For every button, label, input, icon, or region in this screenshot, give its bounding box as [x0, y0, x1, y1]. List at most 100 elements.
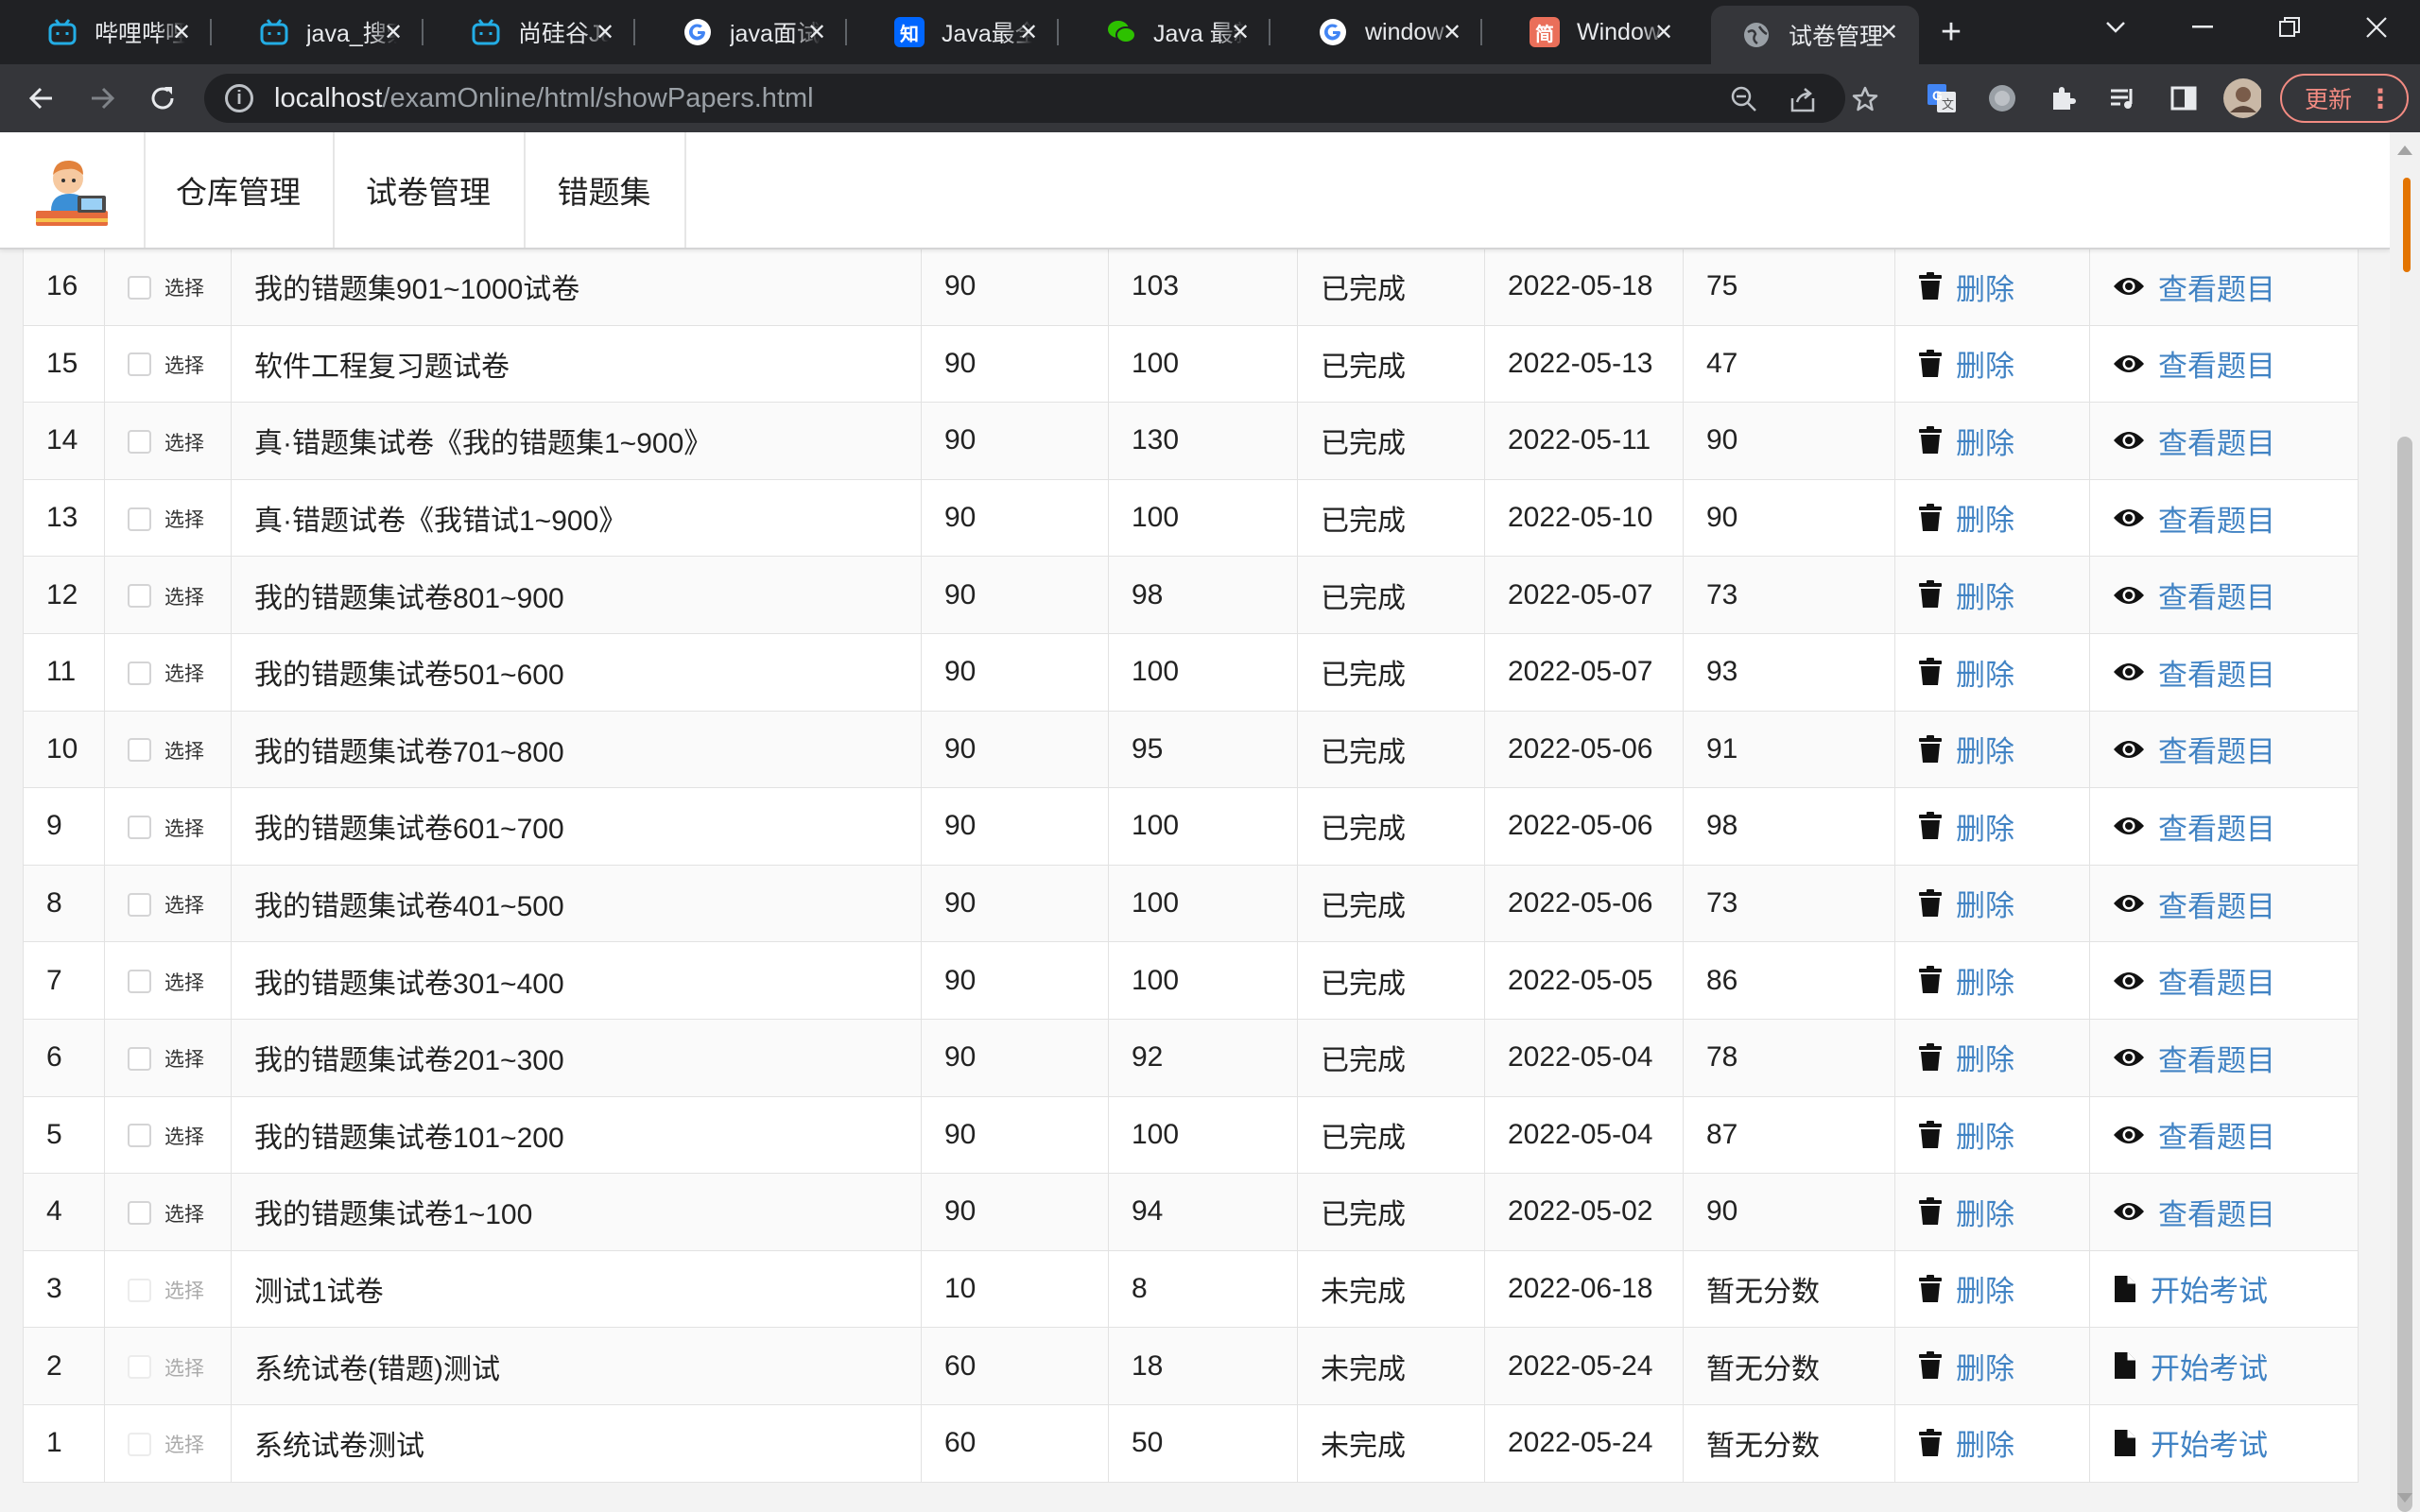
view-questions-link[interactable]: 查看题目 — [2113, 574, 2275, 616]
extension-circle-icon[interactable] — [1983, 79, 2021, 117]
close-tab-icon[interactable]: ✕ — [1011, 15, 1046, 49]
profile-avatar[interactable] — [2223, 78, 2261, 118]
close-tab-icon[interactable]: ✕ — [376, 15, 410, 49]
select-checkbox[interactable] — [128, 430, 151, 455]
delete-link[interactable]: 删除 — [1918, 1345, 2014, 1387]
close-tab-icon[interactable]: ✕ — [1435, 15, 1469, 49]
view-questions-link[interactable]: 查看题目 — [2113, 266, 2275, 308]
view-questions-link[interactable]: 查看题目 — [2113, 651, 2275, 694]
site-logo[interactable] — [0, 132, 146, 248]
paper-value-b: 95 — [1108, 710, 1298, 789]
zoom-icon[interactable] — [1728, 83, 1760, 115]
nav-warehouse[interactable]: 仓库管理 — [144, 132, 335, 248]
close-tab-icon[interactable]: ✕ — [588, 15, 622, 49]
close-tab-icon[interactable]: ✕ — [1872, 15, 1906, 49]
select-checkbox[interactable] — [128, 661, 151, 685]
select-checkbox[interactable] — [128, 1124, 151, 1148]
delete-link[interactable]: 删除 — [1918, 1421, 2014, 1464]
paper-value-a: 90 — [921, 1095, 1109, 1175]
delete-link[interactable]: 删除 — [1918, 266, 2014, 308]
delete-link[interactable]: 删除 — [1918, 1267, 2014, 1310]
restore-icon[interactable] — [2246, 0, 2333, 55]
select-checkbox[interactable] — [128, 970, 151, 994]
view-questions-link[interactable]: 查看题目 — [2113, 728, 2275, 770]
select-checkbox[interactable] — [128, 584, 151, 609]
forward-icon[interactable] — [81, 77, 123, 119]
site-info-icon[interactable]: i — [225, 84, 253, 112]
translate-extension-icon[interactable]: G文 — [1923, 79, 1961, 117]
browser-tab[interactable]: 简 Window ✕ — [1499, 6, 1694, 59]
tab-search-icon[interactable] — [2072, 0, 2159, 55]
delete-link[interactable]: 删除 — [1918, 496, 2014, 539]
browser-tab[interactable]: 知 Java最全 ✕ — [864, 6, 1059, 59]
minimize-icon[interactable] — [2159, 0, 2246, 55]
scroll-up-arrow[interactable] — [2397, 146, 2412, 155]
bookmark-star-icon[interactable] — [1849, 83, 1881, 115]
view-questions-link[interactable]: 查看题目 — [2113, 805, 2275, 848]
select-checkbox[interactable] — [128, 507, 151, 531]
start-exam-link[interactable]: 开始考试 — [2113, 1345, 2268, 1387]
browser-tab[interactable]: window ✕ — [1288, 6, 1482, 59]
view-questions-link[interactable]: 查看题目 — [2113, 883, 2275, 925]
paper-value-b: 130 — [1108, 402, 1298, 480]
select-checkbox[interactable] — [128, 352, 151, 377]
address-bar[interactable]: i localhost/examOnline/html/showPapers.h… — [204, 74, 1845, 123]
share-icon[interactable] — [1787, 83, 1819, 115]
delete-link[interactable]: 删除 — [1918, 1113, 2014, 1156]
delete-link[interactable]: 删除 — [1918, 651, 2014, 694]
select-checkbox[interactable] — [128, 892, 151, 917]
close-tab-icon[interactable]: ✕ — [164, 15, 199, 49]
view-questions-link[interactable]: 查看题目 — [2113, 959, 2275, 1002]
view-questions-link[interactable]: 查看题目 — [2113, 420, 2275, 462]
browser-tab[interactable]: Java 最新✕ — [1076, 6, 1270, 59]
view-questions-link[interactable]: 查看题目 — [2113, 1037, 2275, 1079]
nav-wrong-questions[interactable]: 错题集 — [524, 132, 686, 248]
nav-paper-management[interactable]: 试卷管理 — [333, 132, 526, 248]
view-questions-link[interactable]: 查看题目 — [2113, 1113, 2275, 1156]
view-questions-link[interactable]: 查看题目 — [2113, 1191, 2275, 1233]
browser-tab[interactable]: java_搜索✕ — [229, 6, 424, 59]
paper-status: 已完成 — [1297, 556, 1485, 634]
delete-link[interactable]: 删除 — [1918, 574, 2014, 616]
extensions-puzzle-icon[interactable] — [2044, 79, 2082, 117]
select-checkbox[interactable] — [128, 738, 151, 763]
browser-tab[interactable]: 哔哩哔哩 ✕ — [17, 6, 212, 59]
select-checkbox[interactable] — [128, 1046, 151, 1071]
page-scrollbar[interactable] — [2390, 132, 2420, 1512]
start-exam-link[interactable]: 开始考试 — [2113, 1421, 2268, 1464]
paper-name: 我的错题集901~1000试卷 — [231, 248, 922, 326]
close-tab-icon[interactable]: ✕ — [1647, 15, 1681, 49]
select-checkbox[interactable] — [128, 275, 151, 300]
start-exam-link[interactable]: 开始考试 — [2113, 1267, 2268, 1310]
update-button[interactable]: 更新 ⋮ — [2280, 74, 2409, 123]
browser-tab[interactable]: java面试 ✕ — [652, 6, 847, 59]
new-tab-button[interactable]: + — [1932, 12, 1970, 52]
media-control-icon[interactable] — [2104, 79, 2142, 117]
delete-link[interactable]: 删除 — [1918, 882, 2014, 924]
menu-dots-icon[interactable]: ⋮ — [2367, 83, 2394, 114]
select-label: 选择 — [164, 278, 204, 301]
close-tab-icon[interactable]: ✕ — [800, 15, 834, 49]
back-icon[interactable] — [21, 77, 62, 119]
delete-link[interactable]: 删除 — [1918, 420, 2014, 462]
delete-link[interactable]: 删除 — [1918, 959, 2014, 1002]
close-tab-icon[interactable]: ✕ — [1223, 15, 1257, 49]
delete-link[interactable]: 删除 — [1918, 342, 2014, 385]
close-window-icon[interactable] — [2333, 0, 2420, 55]
side-panel-icon[interactable] — [2165, 79, 2203, 117]
reload-icon[interactable] — [142, 77, 183, 119]
browser-tab[interactable]: 尚硅谷Ja ✕ — [441, 6, 635, 59]
delete-link[interactable]: 删除 — [1918, 1191, 2014, 1233]
delete-link[interactable]: 删除 — [1918, 805, 2014, 848]
trash-icon — [1918, 272, 1943, 301]
view-questions-link[interactable]: 查看题目 — [2113, 497, 2275, 540]
browser-tab[interactable]: 试卷管理 ✕ — [1711, 6, 1919, 64]
table-row: 6 选择 我的错题集试卷201~300 90 92 已完成 2022-05-04 78 删除 查看… — [23, 1018, 2359, 1097]
scroll-down-arrow[interactable] — [2397, 1493, 2412, 1503]
select-checkbox[interactable] — [128, 816, 151, 840]
delete-link[interactable]: 删除 — [1918, 1036, 2014, 1078]
view-questions-link[interactable]: 查看题目 — [2113, 342, 2275, 385]
delete-link[interactable]: 删除 — [1918, 728, 2014, 770]
scrollbar-thumb[interactable] — [2397, 437, 2412, 1512]
select-checkbox[interactable] — [128, 1201, 151, 1225]
